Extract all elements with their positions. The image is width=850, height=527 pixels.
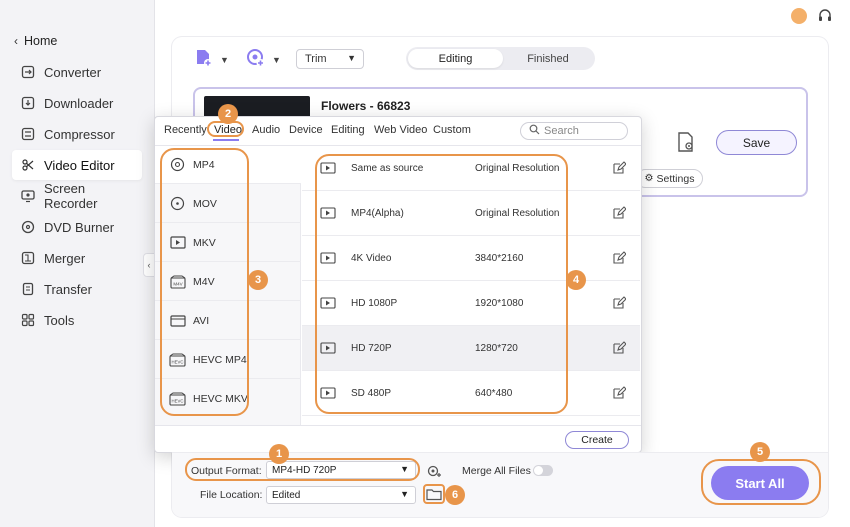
annotation-outline-resolution-list — [315, 154, 568, 414]
sidebar-item-video-editor[interactable]: Video Editor — [12, 150, 142, 180]
edit-icon[interactable] — [612, 386, 627, 400]
transfer-icon — [20, 281, 36, 297]
edit-icon[interactable] — [612, 161, 627, 175]
compressor-icon — [20, 126, 36, 142]
converter-icon — [20, 64, 36, 80]
annotation-outline-start-all — [701, 459, 821, 505]
chevron-down-icon: ▼ — [347, 53, 356, 63]
file-location-select[interactable]: Edited ▼ — [266, 486, 416, 504]
format-search-input[interactable]: Search — [520, 122, 628, 140]
chevron-down-icon: ▼ — [272, 54, 281, 65]
sidebar-item-dvd-burner[interactable]: DVD Burner — [12, 212, 142, 242]
editing-finished-switch: Editing Finished — [406, 47, 595, 70]
tab-audio[interactable]: Audio — [252, 124, 280, 136]
tab-editing[interactable]: Editing — [408, 49, 503, 68]
add-file-button[interactable]: ▼ — [194, 48, 229, 71]
sidebar-item-label: Compressor — [44, 126, 115, 142]
sidebar-item-compressor[interactable]: Compressor — [12, 119, 142, 149]
tab-recently[interactable]: Recently — [164, 124, 207, 136]
sidebar-item-downloader[interactable]: Downloader — [12, 88, 142, 118]
sidebar-item-label: Converter — [44, 64, 102, 80]
popup-footer-divider — [155, 425, 641, 426]
tab-custom[interactable]: Custom — [433, 124, 471, 136]
chevron-down-icon: ▼ — [400, 489, 409, 499]
sidebar-item-converter[interactable]: Converter — [12, 57, 142, 87]
add-media-button[interactable]: ▼ — [246, 48, 281, 71]
settings-label: Settings — [656, 172, 695, 185]
file-location-value: Edited — [272, 489, 301, 501]
add-media-icon — [246, 48, 266, 71]
annotation-badge-2: 2 — [218, 104, 238, 124]
annotation-outline-format-list — [160, 148, 249, 416]
file-location-label: File Location: — [200, 489, 263, 501]
trim-label: Trim — [305, 53, 327, 65]
sidebar-item-label: Tools — [44, 312, 75, 328]
gear-icon: ⚙ — [644, 173, 654, 184]
merger-icon — [20, 250, 36, 266]
tab-finished[interactable]: Finished — [503, 49, 593, 68]
save-button[interactable]: Save — [716, 130, 797, 155]
active-tab-underline — [213, 139, 239, 141]
edit-icon[interactable] — [612, 296, 627, 310]
edit-icon[interactable] — [612, 206, 627, 220]
annotation-badge-4: 4 — [566, 270, 586, 290]
home-link[interactable]: ‹ Home — [14, 34, 57, 48]
edit-icon[interactable] — [612, 251, 627, 265]
scissors-icon — [20, 157, 36, 173]
create-button[interactable]: Create — [565, 431, 629, 449]
annotation-badge-1: 1 — [269, 444, 289, 464]
annotation-outline-folder — [423, 484, 445, 504]
headset-icon[interactable] — [817, 8, 833, 24]
avatar[interactable] — [791, 8, 807, 24]
output-settings-icon[interactable] — [426, 463, 442, 482]
sidebar-item-label: Transfer — [44, 281, 92, 297]
file-settings-icon[interactable] — [672, 129, 698, 155]
sidebar-item-label: Video Editor — [44, 157, 115, 173]
search-icon — [529, 124, 544, 138]
merge-all-files-label: Merge All Files — [462, 465, 531, 477]
chevron-left-icon: ‹ — [147, 260, 151, 270]
edit-icon[interactable] — [612, 341, 627, 355]
annotation-badge-6: 6 — [445, 485, 465, 505]
annotation-outline-output-format — [185, 458, 420, 481]
annotation-badge-3: 3 — [248, 270, 268, 290]
downloader-icon — [20, 95, 36, 111]
chevron-down-icon: ▼ — [220, 54, 229, 65]
merge-all-files-toggle[interactable] — [533, 465, 553, 476]
tools-icon — [20, 312, 36, 328]
sidebar-item-label: DVD Burner — [44, 219, 115, 235]
settings-button[interactable]: ⚙ Settings — [636, 169, 703, 188]
sidebar-item-merger[interactable]: Merger — [12, 243, 142, 273]
annotation-badge-5: 5 — [750, 442, 770, 462]
sidebar-item-label: Downloader — [44, 95, 114, 111]
sidebar-item-label: Screen Recorder — [43, 181, 98, 211]
tab-web-video[interactable]: Web Video — [374, 124, 427, 136]
sidebar-item-transfer[interactable]: Transfer — [12, 274, 142, 304]
screen-recorder-icon — [20, 188, 36, 204]
disc-icon — [20, 219, 36, 235]
file-name: Flowers - 66823 — [321, 99, 411, 113]
tab-device[interactable]: Device — [289, 124, 323, 136]
sidebar-item-label: Merger — [44, 250, 86, 266]
tab-editing-formats[interactable]: Editing — [331, 124, 365, 136]
add-file-icon — [194, 48, 214, 71]
search-placeholder: Search — [544, 125, 579, 137]
sidebar-item-tools[interactable]: Tools — [12, 305, 142, 335]
chevron-left-icon: ‹ — [14, 34, 18, 48]
home-label: Home — [24, 34, 58, 48]
trim-select[interactable]: Trim ▼ — [296, 49, 364, 69]
sidebar-item-screen-recorder[interactable]: Screen Recorder — [12, 181, 142, 211]
